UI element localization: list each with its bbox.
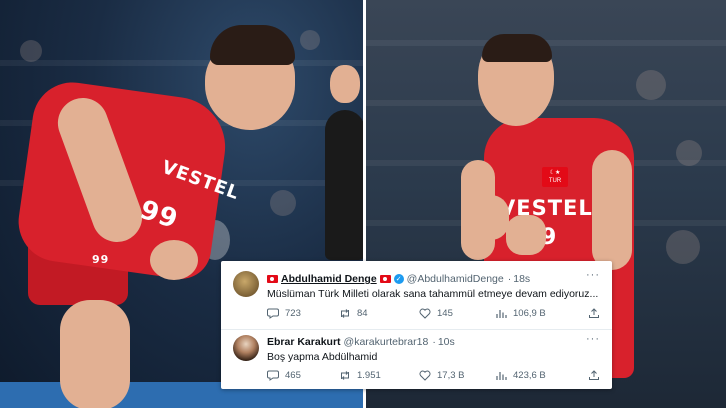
views-icon <box>495 308 507 319</box>
share-icon <box>588 370 600 381</box>
separator-dot: · <box>432 336 436 348</box>
avatar[interactable] <box>233 335 259 361</box>
retweet-button[interactable]: 84 <box>339 308 368 319</box>
tweet-time[interactable]: 10s <box>438 336 455 348</box>
share-button[interactable] <box>588 370 600 381</box>
tweet-actions: 465 1.951 17,3 B 423,6 B <box>267 370 600 384</box>
referee-figure <box>325 110 363 260</box>
views-button[interactable]: 423,6 B <box>495 370 546 381</box>
left-shorts-number: 99 <box>92 253 110 266</box>
verified-icon: ✓ <box>393 274 404 284</box>
views-button[interactable]: 106,9 B <box>495 308 546 319</box>
reply-count: 723 <box>285 308 301 319</box>
reply-icon <box>267 308 279 319</box>
separator-dot: · <box>507 273 512 285</box>
user-handle[interactable]: @AbdulhamidDenge <box>407 273 504 285</box>
views-count: 106,9 B <box>513 308 546 319</box>
like-icon <box>419 370 431 381</box>
tweet-screenshot-card: Abdulhamid Denge ✓ @AbdulhamidDenge · 18… <box>221 261 612 389</box>
views-count: 423,6 B <box>513 370 546 381</box>
tweet-text: Boş yapma Abdülhamid <box>267 351 378 363</box>
display-name[interactable]: Abdulhamid Denge <box>281 273 377 285</box>
reply-button[interactable]: 465 <box>267 370 301 381</box>
tweet-header: Abdulhamid Denge ✓ @AbdulhamidDenge · 18… <box>267 273 592 285</box>
reply-button[interactable]: 723 <box>267 308 301 319</box>
turkey-flag-icon: ☾★ TUR <box>542 167 568 187</box>
tweet-actions: 723 84 145 106,9 B <box>267 308 600 322</box>
reply-count: 465 <box>285 370 301 381</box>
retweet-button[interactable]: 1.951 <box>339 370 381 381</box>
retweet-icon <box>339 370 351 381</box>
more-icon[interactable]: ··· <box>586 333 600 345</box>
more-icon[interactable]: ··· <box>586 269 600 281</box>
share-button[interactable] <box>588 308 600 319</box>
turkey-flag-icon <box>267 275 278 283</box>
like-button[interactable]: 17,3 B <box>419 370 464 381</box>
share-icon <box>588 308 600 319</box>
like-count: 145 <box>437 308 453 319</box>
user-handle[interactable]: @karakurtebrar18 <box>344 336 429 348</box>
tweet-item[interactable]: Abdulhamid Denge ✓ @AbdulhamidDenge · 18… <box>221 261 612 329</box>
views-icon <box>495 370 507 381</box>
tweet-time[interactable]: 18s <box>513 273 530 285</box>
like-button[interactable]: 145 <box>419 308 453 319</box>
retweet-count: 1.951 <box>357 370 381 381</box>
retweet-count: 84 <box>357 308 368 319</box>
right-badge-text: TUR <box>548 178 562 184</box>
display-name[interactable]: Ebrar Karakurt <box>267 336 341 348</box>
like-count: 17,3 B <box>437 370 465 381</box>
like-icon <box>419 308 431 319</box>
reply-icon <box>267 370 279 381</box>
turkey-flag-icon <box>379 275 391 283</box>
tweet-header: Ebrar Karakurt @karakurtebrar18 · 10s <box>267 336 592 348</box>
tweet-text: Müslüman Türk Milleti olarak sana tahamm… <box>267 288 599 300</box>
tweet-item[interactable]: Ebrar Karakurt @karakurtebrar18 · 10s ··… <box>221 330 612 389</box>
retweet-icon <box>339 308 351 319</box>
avatar[interactable] <box>233 271 259 297</box>
